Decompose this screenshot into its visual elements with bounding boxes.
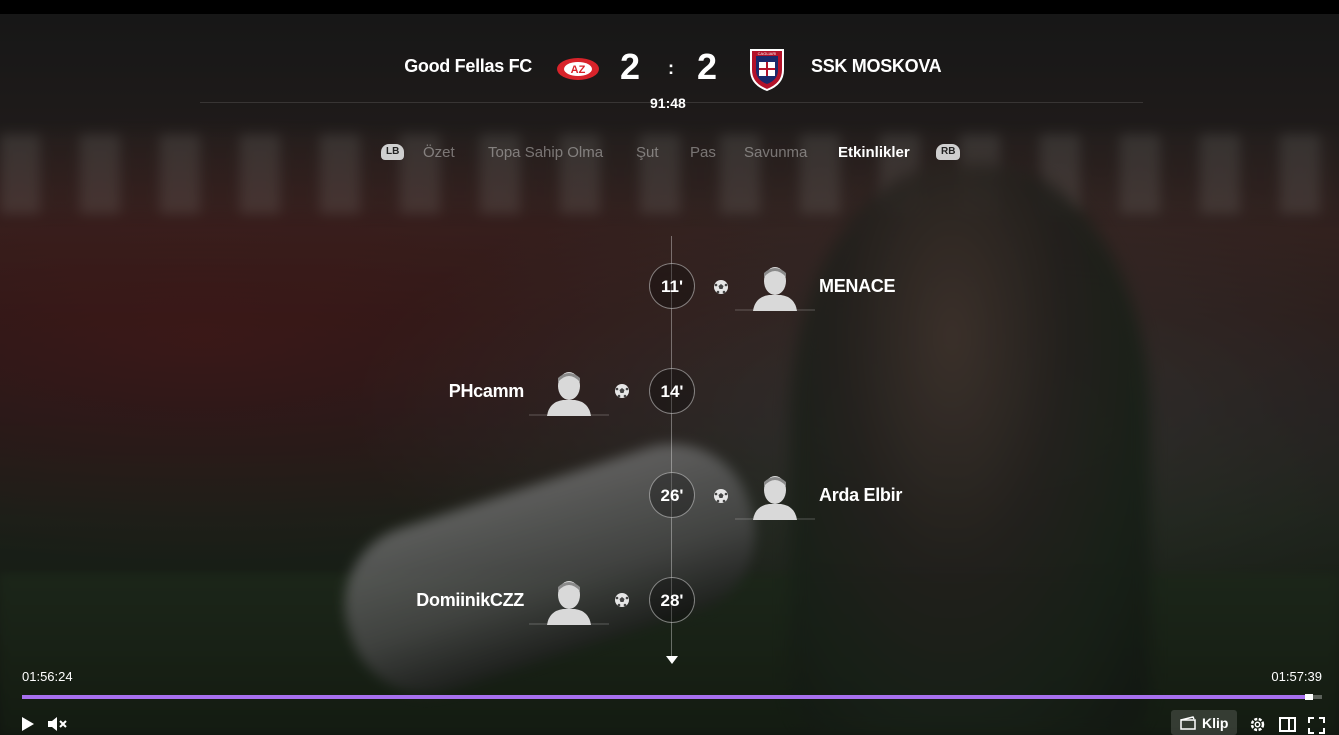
player-name: MENACE [819, 276, 896, 296]
total-time: 01:57:39 [1271, 669, 1322, 684]
away-crest-text: CAGLIARI [758, 51, 777, 56]
tab-savunma[interactable]: Savunma [744, 144, 807, 161]
event-minute: 26' [649, 472, 695, 518]
player-avatar [529, 581, 609, 625]
soccer-ball-icon [615, 384, 629, 398]
player-avatar [735, 267, 815, 311]
home-crest-text: AZ [571, 64, 586, 76]
fullscreen-icon[interactable] [1308, 717, 1325, 734]
header-divider [200, 102, 1143, 103]
event-minute: 28' [649, 577, 695, 623]
tab-pas[interactable]: Pas [690, 144, 716, 161]
tab-ozet[interactable]: Özet [423, 144, 455, 161]
player-name: DomiinikCZZ [416, 590, 524, 610]
lb-bumper-icon[interactable]: LB [381, 144, 405, 160]
theater-mode-icon[interactable] [1279, 717, 1296, 732]
event-minute: 14' [649, 368, 695, 414]
home-team-crest-icon: AZ [557, 58, 599, 80]
progress-bar[interactable] [22, 694, 1322, 700]
away-score: 2 [697, 46, 718, 87]
score-separator: : [668, 58, 674, 78]
current-time: 01:56:24 [22, 669, 73, 684]
away-team-crest-icon: CAGLIARI [750, 49, 784, 92]
clip-icon [1180, 715, 1196, 730]
player-name: PHcamm [448, 381, 525, 401]
soccer-ball-icon [714, 489, 728, 503]
play-icon[interactable] [21, 716, 35, 732]
progress-fill [22, 695, 1309, 699]
player-name: Arda Elbir [819, 485, 903, 505]
clip-label: Klip [1202, 714, 1229, 731]
soccer-ball-icon [615, 593, 629, 607]
scroll-down-icon[interactable] [666, 656, 678, 664]
tab-etkinlikler[interactable]: Etkinlikler [838, 144, 910, 161]
progress-knob[interactable] [1305, 694, 1313, 700]
tab-topa-sahip-olma[interactable]: Topa Sahip Olma [488, 144, 603, 161]
soccer-ball-icon [714, 280, 728, 294]
home-score: 2 [620, 46, 641, 87]
player-avatar [529, 372, 609, 416]
player-avatar [735, 476, 815, 520]
clip-button[interactable]: Klip [1171, 710, 1237, 735]
tab-sut[interactable]: Şut [636, 144, 659, 161]
top-bar [0, 0, 1339, 14]
away-team-name: SSK MOSKOVA [811, 56, 942, 76]
match-clock: 91:48 [650, 95, 686, 111]
mute-icon[interactable] [47, 716, 67, 732]
settings-icon[interactable] [1249, 716, 1266, 733]
event-minute: 11' [649, 263, 695, 309]
home-team-name: Good Fellas FC [404, 56, 532, 76]
rb-bumper-icon[interactable]: RB [936, 144, 961, 160]
